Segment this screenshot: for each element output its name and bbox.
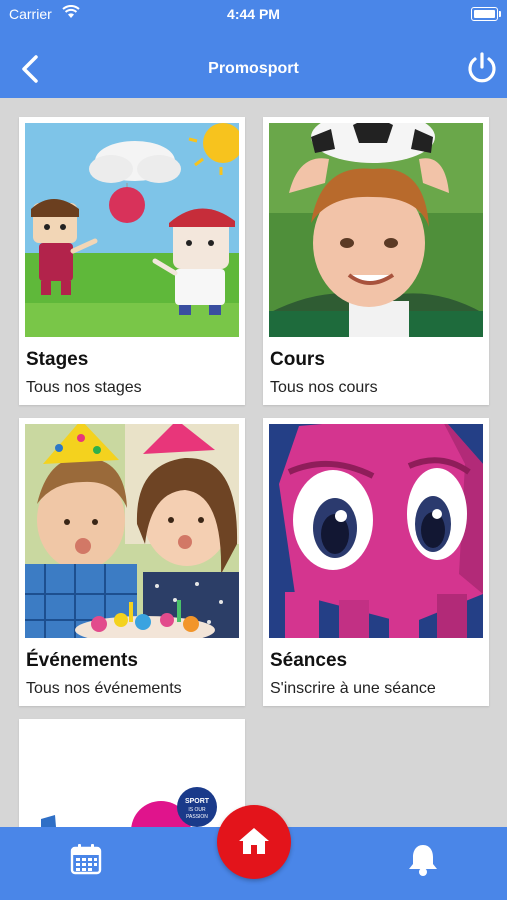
power-icon[interactable] <box>464 50 500 86</box>
logo-line-2: IS OUR <box>188 807 206 813</box>
battery-icon <box>471 7 501 21</box>
cours-photo <box>269 123 483 337</box>
page-title: Promosport <box>208 60 299 77</box>
navbar: Promosport <box>0 40 507 96</box>
card-subtitle: Tous nos cours <box>270 379 378 396</box>
card-title: Stages <box>26 349 89 370</box>
card-seances[interactable]: Séances S'inscrire à une séance <box>263 418 489 706</box>
card-title: Événements <box>26 650 138 671</box>
category-grid: Stages Tous nos stages Cours Tous nos co… <box>0 98 507 827</box>
home-icon <box>239 828 269 854</box>
card-evenements[interactable]: Événements Tous nos événements <box>19 418 245 706</box>
card-title: Cours <box>270 349 325 370</box>
calendar-icon[interactable] <box>70 843 102 875</box>
status-time: 4:44 PM <box>227 6 280 22</box>
home-button[interactable] <box>217 805 291 879</box>
status-bar: Carrier 4:44 PM <box>0 0 507 28</box>
app-header: Carrier 4:44 PM Promosport <box>0 0 507 98</box>
card-partial[interactable]: SPORT IS OUR PASSION <box>19 719 245 827</box>
stages-illustration <box>25 123 239 337</box>
card-cours[interactable]: Cours Tous nos cours <box>263 117 489 405</box>
logo-line-1: SPORT <box>185 798 210 805</box>
card-subtitle: Tous nos événements <box>26 680 182 697</box>
bell-icon[interactable] <box>407 843 439 877</box>
logo-line-3: PASSION <box>186 814 208 820</box>
card-title: Séances <box>270 650 348 671</box>
card-subtitle: Tous nos stages <box>26 379 142 396</box>
card-stages[interactable]: Stages Tous nos stages <box>19 117 245 405</box>
seances-illustration <box>269 424 483 638</box>
evenements-photo <box>25 424 239 638</box>
card-subtitle: S'inscrire à une séance <box>270 680 436 697</box>
partial-logo-image: SPORT IS OUR PASSION <box>41 787 217 827</box>
